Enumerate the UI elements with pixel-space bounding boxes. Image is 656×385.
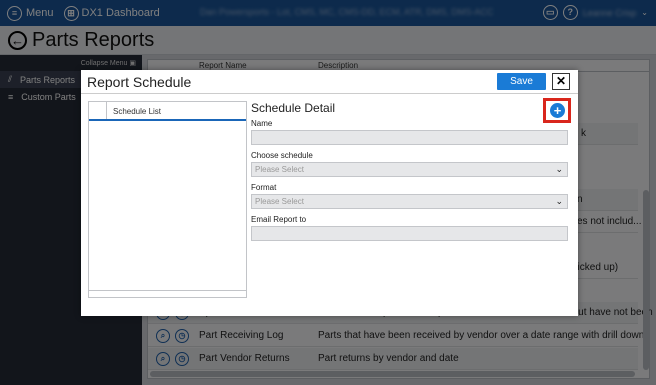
- name-field[interactable]: [251, 130, 568, 145]
- report-schedule-modal: Report Schedule Save ✕ Schedule List Sch…: [81, 70, 578, 316]
- chevron-down-icon: ⌄: [555, 196, 563, 206]
- add-icon[interactable]: +: [550, 103, 565, 118]
- schedule-label: Choose schedule: [251, 151, 313, 160]
- schedule-list-header: Schedule List: [89, 102, 246, 121]
- divider: [81, 93, 578, 94]
- schedule-list-footer: [89, 290, 246, 297]
- email-label: Email Report to: [251, 215, 307, 224]
- close-icon[interactable]: ✕: [552, 73, 570, 90]
- select-all-cell[interactable]: [89, 102, 107, 119]
- schedule-detail-title: Schedule Detail: [251, 101, 336, 115]
- schedule-list-title: Schedule List: [113, 107, 162, 116]
- format-select-value: Please Select: [255, 197, 304, 206]
- format-label: Format: [251, 183, 277, 192]
- schedule-select[interactable]: Please Select ⌄: [251, 162, 568, 177]
- modal-title: Report Schedule: [87, 74, 192, 90]
- save-button[interactable]: Save: [497, 73, 546, 90]
- chevron-down-icon: ⌄: [555, 164, 563, 174]
- add-schedule-highlight: +: [543, 98, 571, 123]
- schedule-select-value: Please Select: [255, 165, 304, 174]
- format-select[interactable]: Please Select ⌄: [251, 194, 568, 209]
- schedule-list: Schedule List: [88, 101, 247, 298]
- name-label: Name: [251, 119, 273, 128]
- email-field[interactable]: [251, 226, 568, 241]
